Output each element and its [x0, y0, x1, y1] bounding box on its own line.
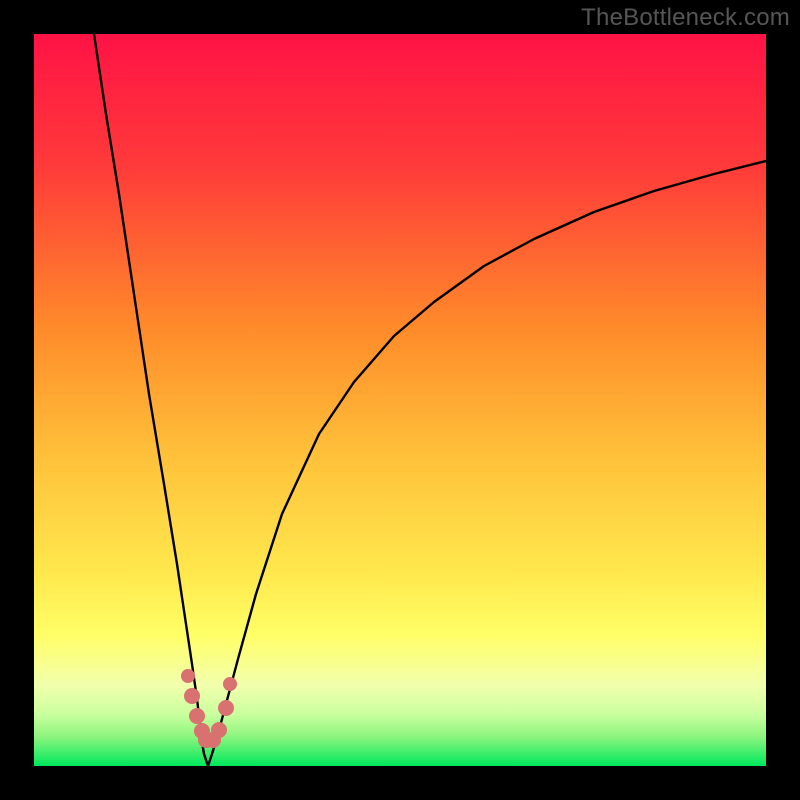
data-marker — [223, 677, 237, 691]
data-marker — [218, 700, 234, 716]
data-marker — [181, 669, 195, 683]
gradient-background — [34, 34, 766, 766]
attribution-label: TheBottleneck.com — [581, 4, 790, 32]
chart-svg — [34, 34, 766, 766]
data-marker — [189, 708, 205, 724]
plot-frame — [34, 34, 766, 766]
data-marker — [184, 688, 200, 704]
data-marker — [211, 722, 227, 738]
